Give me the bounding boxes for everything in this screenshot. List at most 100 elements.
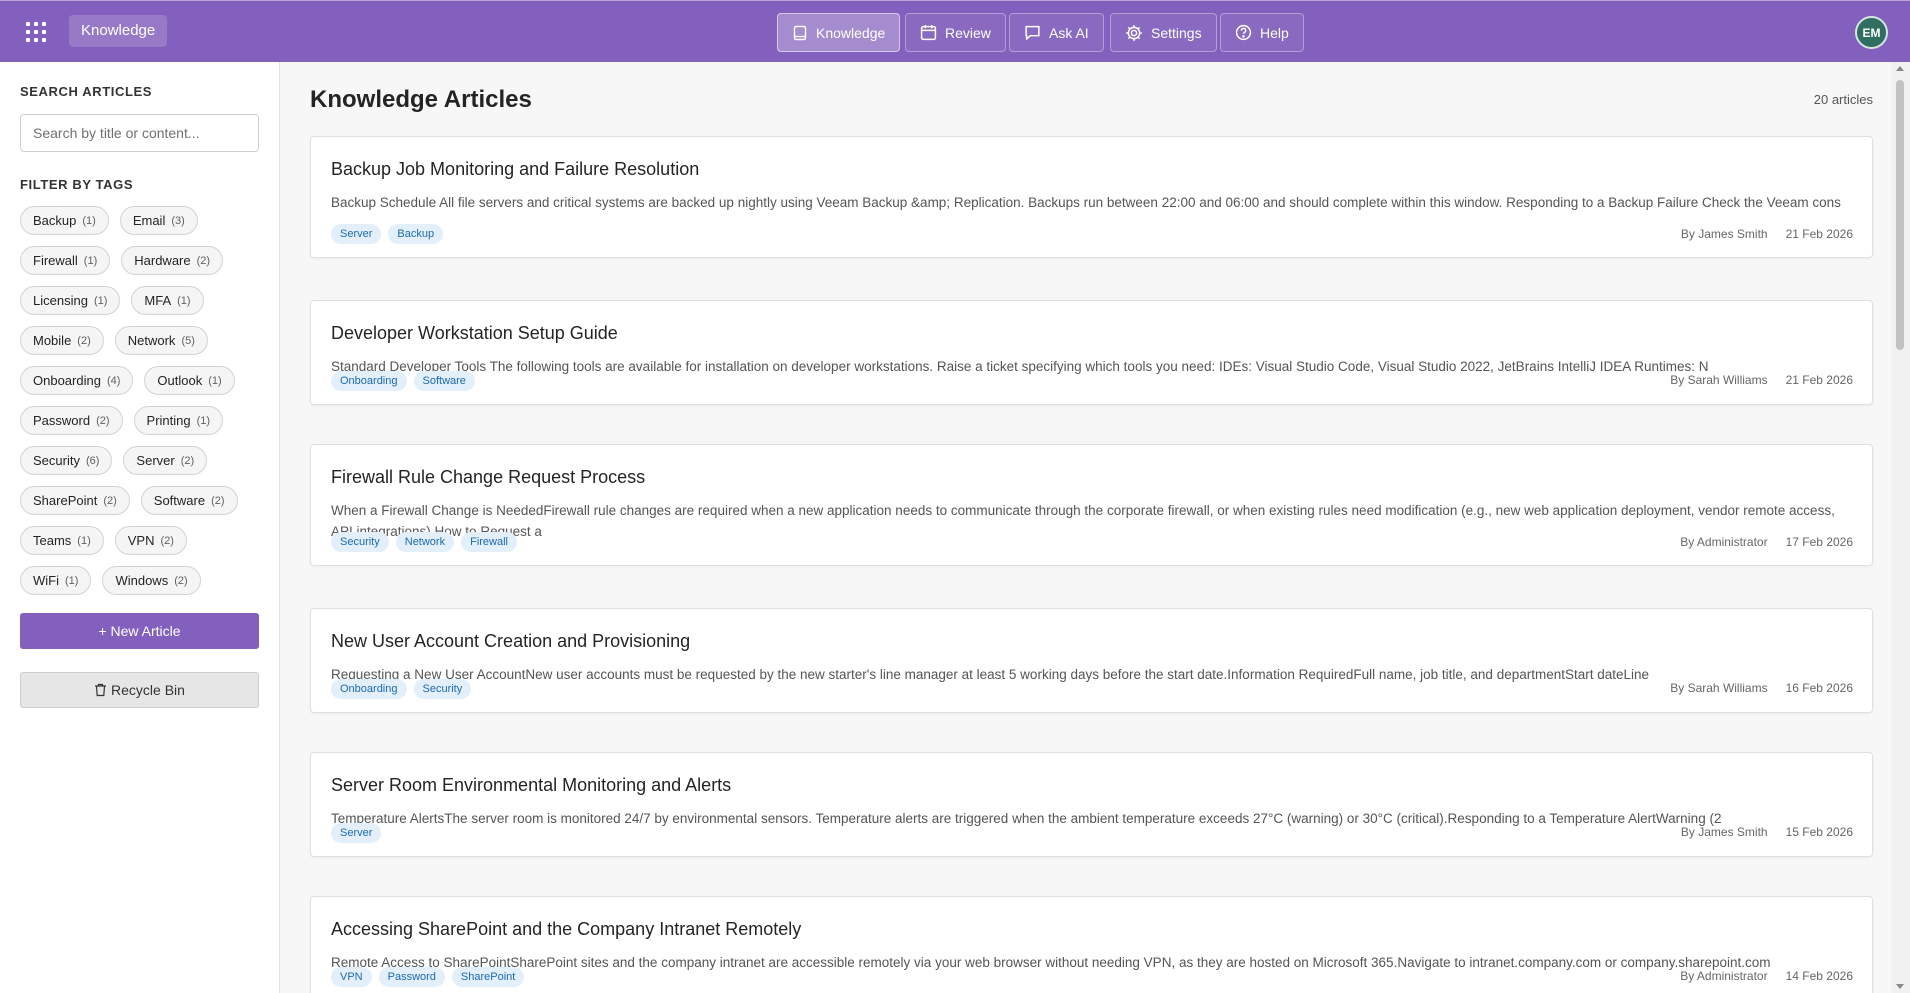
article-author: By Administrator xyxy=(1680,969,1768,983)
article-author: By Administrator xyxy=(1680,535,1768,549)
article-date: 21 Feb 2026 xyxy=(1785,227,1853,241)
tag-filter-software[interactable]: Software (2) xyxy=(140,486,238,515)
tag-filter-wifi[interactable]: WiFi (1) xyxy=(20,566,92,595)
tag-count: (2) xyxy=(96,414,110,427)
tag-count: (1) xyxy=(93,294,108,307)
article-date: 14 Feb 2026 xyxy=(1785,969,1853,983)
article-title[interactable]: Server Room Environmental Monitoring and… xyxy=(331,775,731,796)
tag-name: Password xyxy=(33,413,91,428)
tag-count: (2) xyxy=(160,534,174,547)
tag-count: (2) xyxy=(77,334,91,347)
nav-ask-ai-button[interactable]: Ask AI xyxy=(1009,13,1104,52)
tag-filter-sharepoint[interactable]: SharePoint (2) xyxy=(20,486,130,515)
article-card[interactable]: Server Room Environmental Monitoring and… xyxy=(310,752,1873,857)
article-tag[interactable]: Backup xyxy=(388,224,444,244)
article-tag[interactable]: VPN xyxy=(331,967,372,987)
article-tag[interactable]: Server xyxy=(331,224,382,244)
tag-name: Security xyxy=(33,453,80,468)
article-card[interactable]: Accessing SharePoint and the Company Int… xyxy=(310,896,1873,993)
recycle-bin-button[interactable]: Recycle Bin xyxy=(20,672,259,708)
article-tag[interactable]: Server xyxy=(331,823,382,843)
tag-filter-password[interactable]: Password (2) xyxy=(20,406,123,435)
tag-filter-windows[interactable]: Windows (2) xyxy=(102,566,201,595)
tag-filter-security[interactable]: Security (6) xyxy=(20,446,113,475)
article-meta: By James Smith 21 Feb 2026 xyxy=(1681,227,1853,241)
article-excerpt: Temperature AlertsThe server room is mon… xyxy=(331,811,1722,826)
article-date: 16 Feb 2026 xyxy=(1785,681,1853,695)
article-tag[interactable]: Software xyxy=(413,371,475,391)
tag-filter-printing[interactable]: Printing (1) xyxy=(133,406,224,435)
tag-name: Outlook xyxy=(157,373,203,388)
page-title: Knowledge Articles xyxy=(310,86,532,113)
tag-filter-firewall[interactable]: Firewall (1) xyxy=(20,246,111,275)
search-heading: SEARCH ARTICLES xyxy=(20,84,153,99)
article-card[interactable]: New User Account Creation and Provisioni… xyxy=(310,608,1873,713)
search-input[interactable] xyxy=(20,114,259,152)
tag-filter-hardware[interactable]: Hardware (2) xyxy=(121,246,224,275)
tag-filter-outlook[interactable]: Outlook (1) xyxy=(144,366,235,395)
filter-heading: FILTER BY TAGS xyxy=(20,177,134,192)
tag-name: Software xyxy=(153,493,206,508)
article-tag[interactable]: Firewall xyxy=(461,532,517,552)
tag-name: Network xyxy=(127,333,176,348)
tag-filter-backup[interactable]: Backup (1) xyxy=(20,206,109,235)
article-tag[interactable]: Network xyxy=(395,532,455,552)
tag-name: Licensing xyxy=(33,293,88,308)
article-title[interactable]: Accessing SharePoint and the Company Int… xyxy=(331,919,801,940)
tag-filter-teams[interactable]: Teams (1) xyxy=(20,526,104,555)
nav-review-button[interactable]: Review xyxy=(905,13,1006,52)
nav-help-button[interactable]: Help xyxy=(1220,13,1304,52)
scroll-thumb[interactable] xyxy=(1896,80,1904,350)
app-launcher-icon[interactable] xyxy=(24,20,48,44)
article-author: By James Smith xyxy=(1680,825,1768,839)
user-avatar[interactable]: EM xyxy=(1855,16,1888,49)
tag-count: (1) xyxy=(82,214,96,227)
article-card[interactable]: Firewall Rule Change Request Process Whe… xyxy=(310,444,1873,566)
tag-filter-onboarding[interactable]: Onboarding (4) xyxy=(20,366,134,395)
article-title[interactable]: Firewall Rule Change Request Process xyxy=(331,467,645,488)
tag-filter-list: Backup (1) Email (3) Firewall (1) Hardware (… xyxy=(20,206,265,595)
article-tag[interactable]: SharePoint xyxy=(451,967,525,987)
tag-count: (1) xyxy=(83,254,98,267)
article-excerpt: Remote Access to SharePointSharePoint si… xyxy=(331,955,1771,970)
article-title[interactable]: Developer Workstation Setup Guide xyxy=(331,323,618,344)
nav-settings-button[interactable]: Settings xyxy=(1110,13,1217,52)
app-title[interactable]: Knowledge xyxy=(69,15,168,47)
article-card[interactable]: Backup Job Monitoring and Failure Resolu… xyxy=(310,136,1873,258)
new-article-button[interactable]: + New Article xyxy=(20,613,259,649)
chat-icon xyxy=(1025,25,1040,41)
article-title[interactable]: Backup Job Monitoring and Failure Resolu… xyxy=(331,159,699,180)
article-title[interactable]: New User Account Creation and Provisioni… xyxy=(331,631,690,652)
article-tag[interactable]: Password xyxy=(378,967,445,987)
article-tag[interactable]: Onboarding xyxy=(331,679,407,699)
scroll-up-arrow-icon[interactable] xyxy=(1896,66,1904,71)
trash-icon xyxy=(95,683,107,697)
article-tag[interactable]: Security xyxy=(413,679,472,699)
calendar-icon xyxy=(920,25,937,41)
tag-filter-server[interactable]: Server (2) xyxy=(123,446,208,475)
article-tag[interactable]: Security xyxy=(331,532,389,552)
tag-filter-network[interactable]: Network (5) xyxy=(114,326,208,355)
tag-count: (2) xyxy=(180,454,195,467)
tag-filter-licensing[interactable]: Licensing (1) xyxy=(20,286,121,315)
tag-filter-email[interactable]: Email (3) xyxy=(119,206,198,235)
tag-count: (1) xyxy=(208,374,222,387)
article-tag[interactable]: Onboarding xyxy=(331,371,407,391)
tag-name: Onboarding xyxy=(33,373,101,388)
tag-filter-mfa[interactable]: MFA (1) xyxy=(131,286,204,315)
help-circle-icon xyxy=(1235,24,1252,41)
book-icon xyxy=(793,25,807,40)
article-date: 21 Feb 2026 xyxy=(1785,373,1853,387)
tag-name: Email xyxy=(132,213,166,228)
nav-help-label: Help xyxy=(1260,24,1289,41)
article-excerpt: Backup Schedule All file servers and cri… xyxy=(331,195,1841,210)
article-author: By Sarah Williams xyxy=(1670,373,1768,387)
article-card[interactable]: Developer Workstation Setup Guide Standa… xyxy=(310,300,1873,405)
nav-knowledge-button[interactable]: Knowledge xyxy=(777,13,901,52)
tag-filter-mobile[interactable]: Mobile (2) xyxy=(20,326,104,355)
main-scrollbar[interactable] xyxy=(1891,62,1910,993)
tag-name: MFA xyxy=(144,293,172,308)
tag-filter-vpn[interactable]: VPN (2) xyxy=(114,526,187,555)
tag-name: Firewall xyxy=(33,253,78,268)
scroll-down-arrow-icon[interactable] xyxy=(1896,984,1904,989)
